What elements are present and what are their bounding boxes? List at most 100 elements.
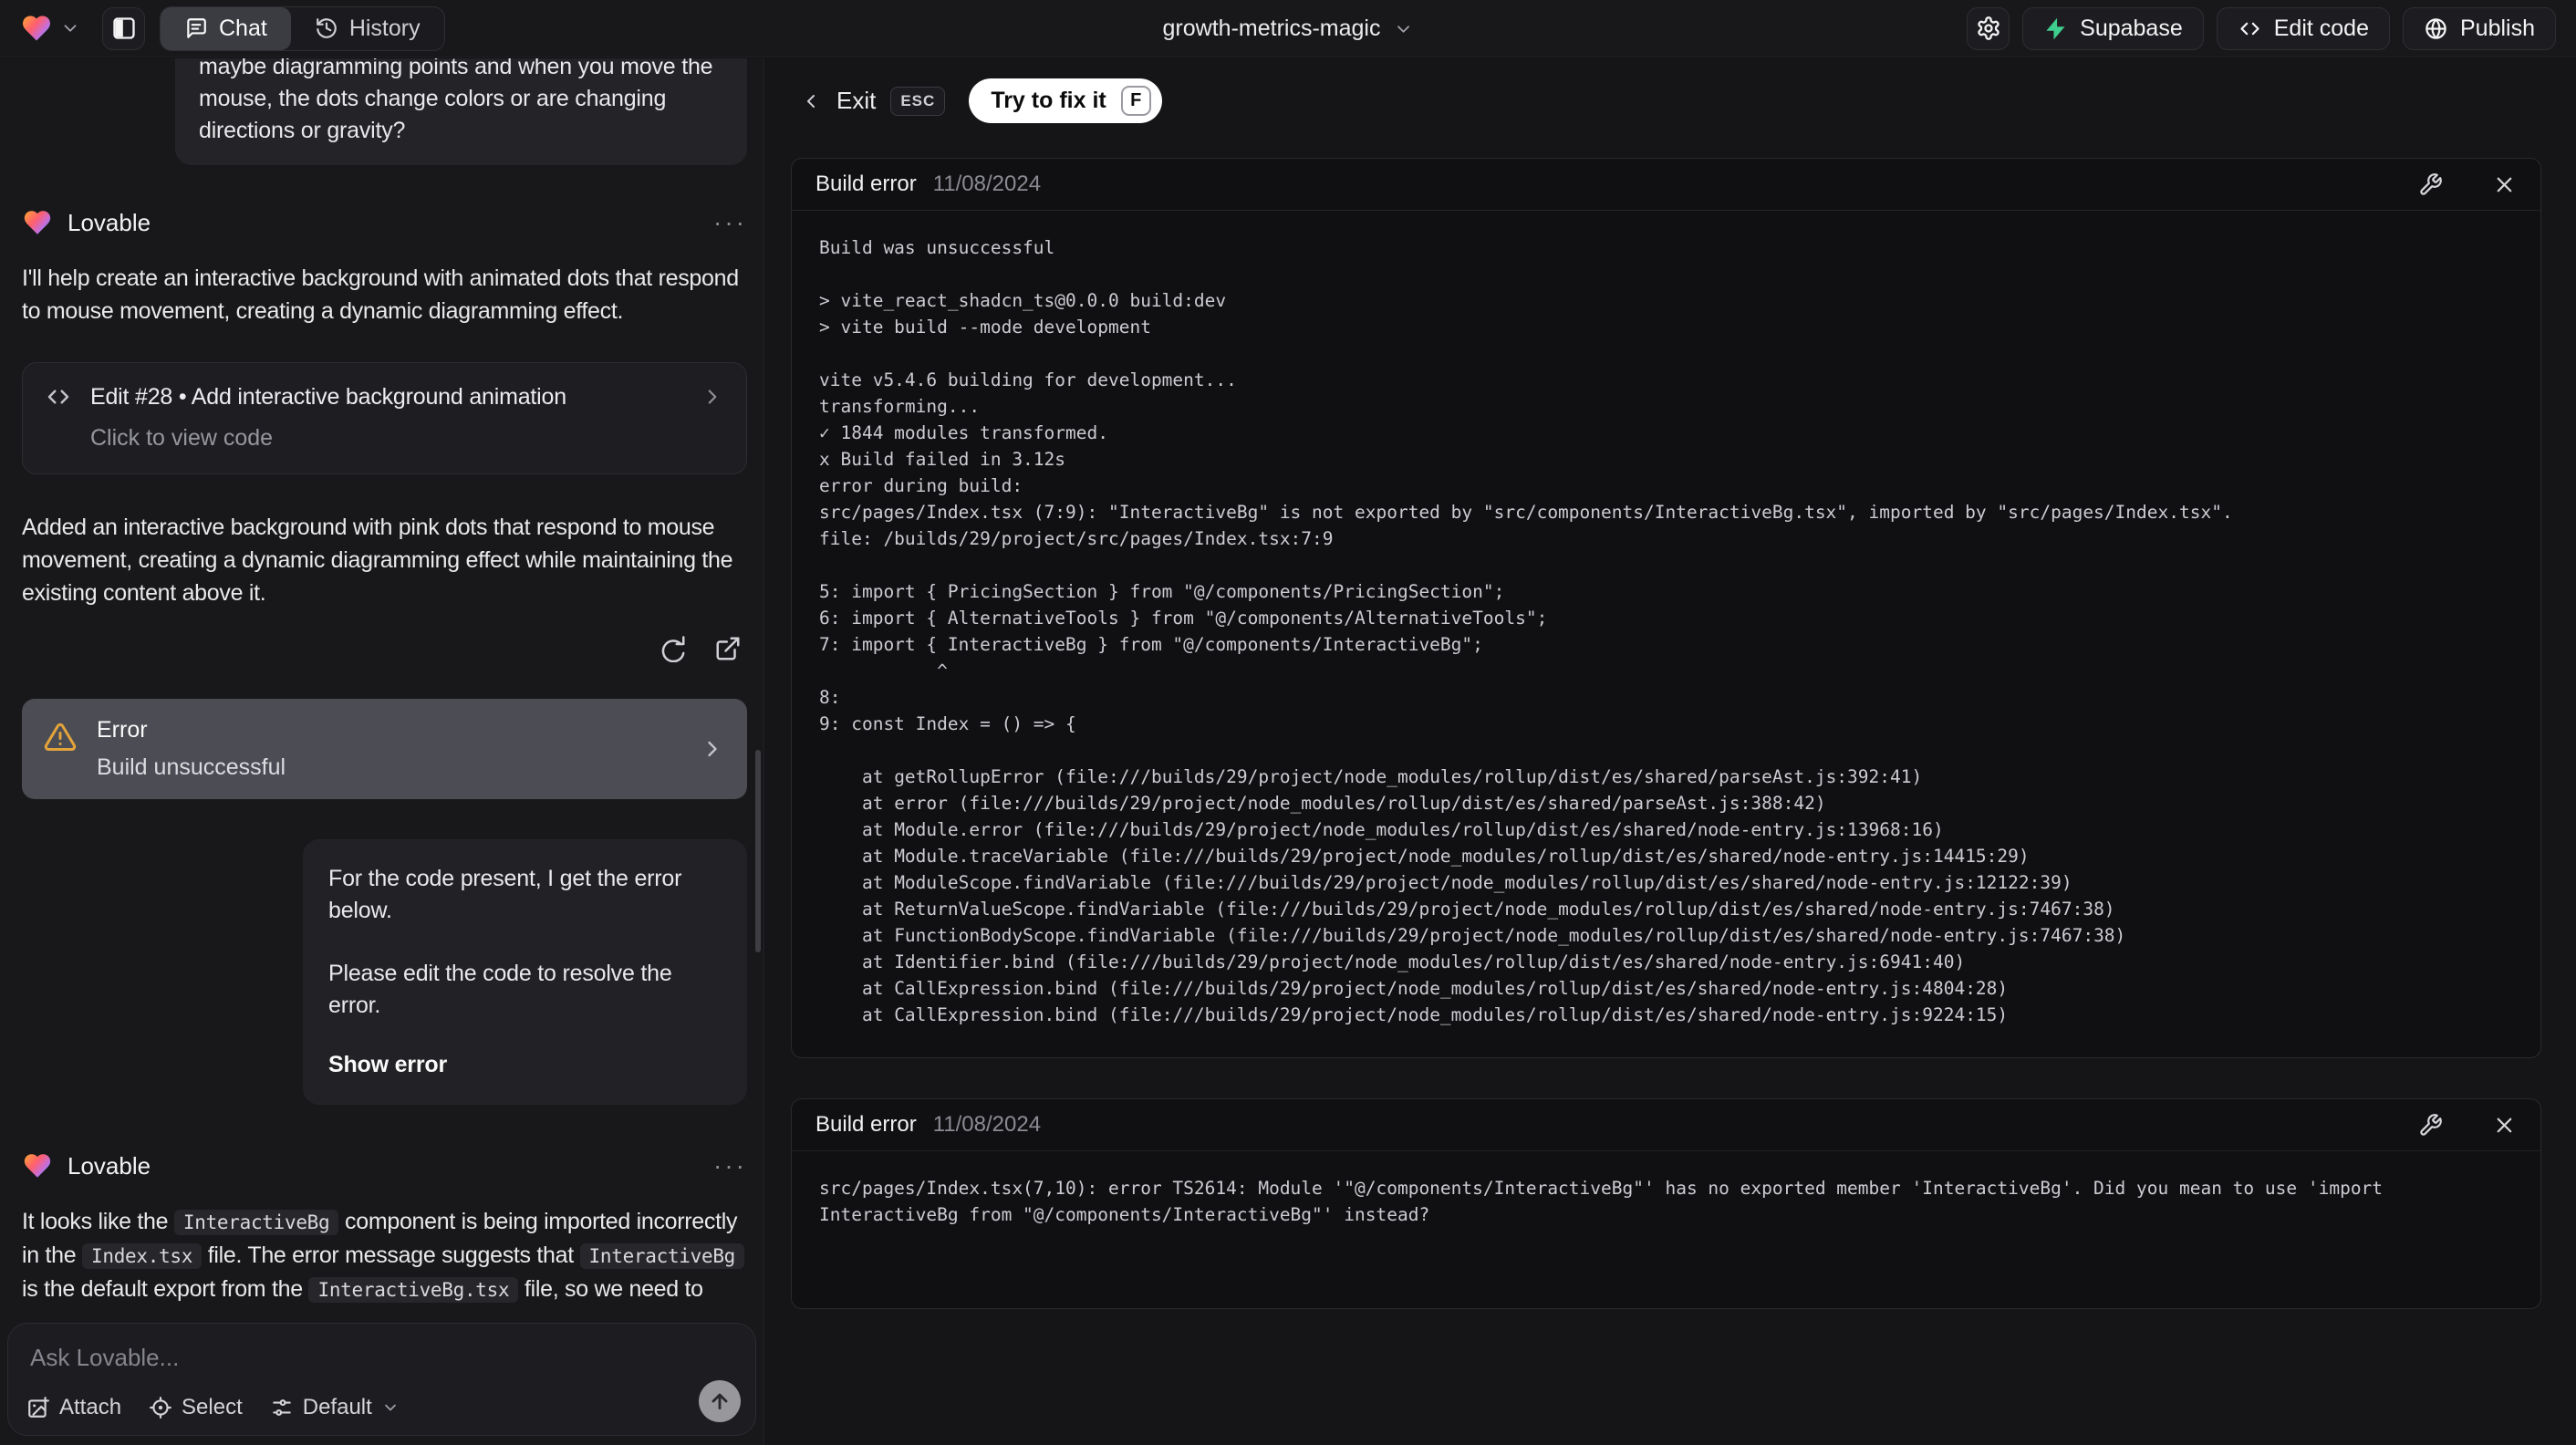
open-preview-icon[interactable] [714, 635, 742, 662]
sidebar-toggle-button[interactable] [102, 6, 145, 50]
user-message-text: maybe diagramming points and when you mo… [199, 58, 713, 143]
tab-history-label: History [348, 15, 421, 41]
chat-messages: maybe diagramming points and when you mo… [22, 58, 747, 1308]
edit-card-28[interactable]: Edit #28 • Add interactive background an… [22, 362, 747, 474]
chevron-left-icon [800, 90, 822, 112]
inline-code: InteractiveBg [579, 1243, 745, 1269]
assistant-diagnosis-text: It looks like the InteractiveBg componen… [22, 1205, 747, 1308]
supabase-label: Supabase [2080, 15, 2183, 41]
user-error-message: For the code present, I get the error be… [303, 839, 747, 1105]
wrench-icon[interactable] [2418, 172, 2443, 197]
globe-icon [2424, 16, 2448, 41]
build-error-card[interactable]: Error Build unsuccessful [22, 699, 747, 799]
publish-button[interactable]: Publish [2403, 6, 2556, 50]
warning-triangle-icon [44, 721, 77, 754]
code-brackets-icon [45, 383, 72, 411]
build-error-panel-2: Build error 11/08/2024 src/pages/Index.t… [791, 1098, 2541, 1309]
topbar-actions: Supabase Edit code Publish [1967, 6, 2556, 50]
inline-code: Index.tsx [82, 1243, 203, 1269]
chevron-down-icon [381, 1398, 400, 1417]
lovable-avatar-icon [22, 1150, 53, 1181]
gear-icon [1976, 16, 2001, 41]
chat-bubble-icon [184, 16, 208, 40]
error-card-subtitle: Build unsuccessful [97, 754, 286, 780]
chat-panel: maybe diagramming points and when you mo… [0, 58, 764, 1445]
inline-code: InteractiveBg [173, 1210, 339, 1235]
lovable-logo-icon [20, 12, 53, 45]
supabase-button[interactable]: Supabase [2022, 6, 2204, 50]
send-button[interactable] [699, 1380, 741, 1422]
message-menu-button[interactable]: ··· [713, 1151, 747, 1180]
locate-icon [149, 1396, 172, 1419]
view-tabs: Chat History [160, 5, 445, 51]
assistant-name: Lovable [68, 1151, 151, 1180]
tab-history[interactable]: History [291, 7, 444, 50]
panel-title: Build error [815, 172, 917, 196]
attach-button[interactable]: Attach [26, 1395, 121, 1420]
chevron-right-icon [700, 736, 725, 762]
user-message: maybe diagramming points and when you mo… [175, 58, 747, 165]
assistant-summary-text: Added an interactive background with pin… [22, 515, 733, 606]
mode-dropdown[interactable]: Default [270, 1395, 400, 1420]
assistant-intro-text: I'll help create an interactive backgrou… [22, 265, 739, 324]
chat-scrollbar[interactable] [755, 750, 761, 952]
f-key-badge: F [1120, 86, 1151, 116]
select-button[interactable]: Select [149, 1395, 243, 1420]
brand [20, 12, 80, 45]
edit-code-label: Edit code [2273, 15, 2369, 41]
tab-chat-label: Chat [219, 15, 267, 41]
restore-icon[interactable] [660, 635, 687, 662]
build-error-panel-header: Build error 11/08/2024 [792, 159, 2540, 211]
close-icon[interactable] [2492, 1113, 2517, 1138]
user-error-line1: For the code present, I get the error be… [328, 866, 682, 923]
sliders-icon [270, 1396, 294, 1419]
edit-code-button[interactable]: Edit code [2216, 6, 2390, 50]
build-error-log: Build was unsuccessful > vite_react_shad… [792, 211, 2540, 1057]
panel-date: 11/08/2024 [932, 1112, 1042, 1137]
assistant-message-header: Lovable ··· [22, 1150, 747, 1181]
inline-code: InteractiveBg.tsx [308, 1277, 519, 1303]
lovable-avatar-icon [22, 207, 53, 238]
build-error-panel-header: Build error 11/08/2024 [792, 1099, 2540, 1151]
esc-key-badge: ESC [890, 86, 946, 116]
build-error-log-text: Build was unsuccessful > vite_react_shad… [819, 237, 2233, 1025]
panel-title: Build error [815, 1112, 917, 1137]
topbar: Chat History growth-metrics-magic Supaba… [0, 0, 2576, 57]
message-menu-button[interactable]: ··· [713, 208, 747, 237]
project-name: growth-metrics-magic [1162, 16, 1381, 41]
tab-chat[interactable]: Chat [161, 6, 291, 50]
edit-card-title: Edit #28 • Add interactive background an… [90, 383, 566, 410]
panel-left-icon [111, 16, 137, 41]
exit-label: Exit [836, 87, 877, 114]
settings-button[interactable] [1967, 6, 2010, 50]
chevron-right-icon [701, 385, 724, 409]
edit-card-subtitle: Click to view code [90, 425, 274, 451]
supabase-bolt-icon [2043, 16, 2068, 41]
close-icon[interactable] [2492, 172, 2517, 197]
try-to-fix-button[interactable]: Try to fix it F [969, 78, 1162, 123]
brand-menu-chevron-icon[interactable] [60, 18, 80, 38]
mode-label: Default [302, 1395, 372, 1419]
attach-label: Attach [59, 1395, 122, 1419]
publish-label: Publish [2460, 15, 2535, 41]
image-plus-icon [26, 1396, 50, 1419]
project-switcher[interactable]: growth-metrics-magic [1163, 0, 1414, 57]
error-card-title: Error [97, 717, 148, 743]
message-actions [22, 635, 747, 662]
exit-button[interactable]: Exit ESC [800, 86, 946, 116]
build-error-log-text: src/pages/Index.tsx(7,10): error TS2614:… [819, 1178, 2394, 1225]
panel-date: 11/08/2024 [932, 172, 1042, 196]
assistant-message-header: Lovable ··· [22, 207, 747, 238]
wrench-icon[interactable] [2418, 1113, 2443, 1138]
build-error-log: src/pages/Index.tsx(7,10): error TS2614:… [792, 1151, 2540, 1308]
chat-input[interactable]: Ask Lovable... [30, 1344, 179, 1372]
composer-tools: Attach Select Default [26, 1395, 400, 1420]
arrow-up-icon [708, 1389, 732, 1413]
composer: Ask Lovable... Attach Select Default [7, 1323, 756, 1436]
fix-header: Exit ESC Try to fix it F [765, 58, 2576, 123]
code-brackets-icon [2238, 16, 2262, 41]
user-error-line2: Please edit the code to resolve the erro… [328, 961, 672, 1018]
error-view: Exit ESC Try to fix it F Build error 11/… [765, 58, 2576, 1445]
show-error-link[interactable]: Show error [328, 1049, 722, 1081]
try-to-fix-label: Try to fix it [991, 88, 1106, 113]
